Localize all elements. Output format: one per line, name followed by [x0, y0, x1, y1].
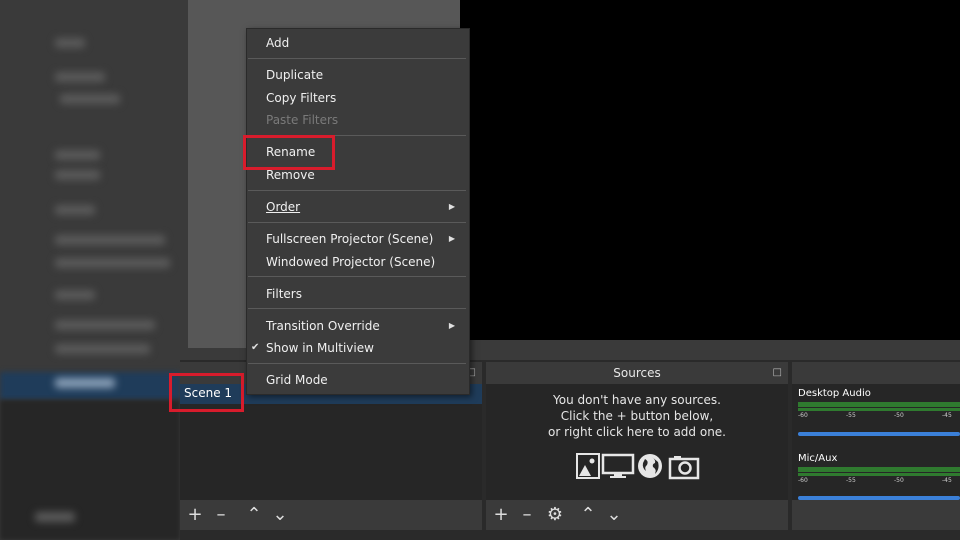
scenes-toolbar: + – ⌃ ⌄: [180, 500, 482, 530]
remove-icon[interactable]: –: [515, 504, 539, 526]
sources-title: Sources: [613, 366, 661, 380]
rename-highlight-box: [243, 135, 335, 170]
volume-slider[interactable]: [798, 432, 960, 436]
menu-item-add[interactable]: Add: [266, 36, 289, 50]
preview-bottom-bar: [460, 340, 960, 360]
program-preview[interactable]: [460, 0, 960, 340]
move-down-icon[interactable]: ⌄: [602, 504, 626, 526]
context-menu: Add Duplicate Copy Filters Paste Filters…: [246, 28, 470, 395]
channel-name: Mic/Aux: [798, 453, 838, 464]
menu-item-duplicate[interactable]: Duplicate: [266, 68, 323, 82]
menu-item-paste-filters: Paste Filters: [266, 113, 339, 127]
add-icon[interactable]: +: [183, 504, 207, 526]
mixer-toolbar: [792, 500, 960, 530]
volume-meter: [798, 402, 960, 407]
submenu-arrow-icon: ▶: [448, 234, 455, 243]
menu-item-windowed-projector[interactable]: Windowed Projector (Scene): [266, 255, 435, 269]
mixer-channel: Desktop Audio -60 -55 -50 -45: [798, 388, 960, 436]
volume-meter: [798, 408, 960, 411]
empty-line-3: or right click here to add one.: [548, 425, 726, 439]
menu-item-grid-mode[interactable]: Grid Mode: [266, 373, 328, 387]
submenu-arrow-icon: ▶: [448, 202, 455, 211]
move-up-icon[interactable]: ⌃: [242, 504, 266, 526]
float-icon[interactable]: □: [773, 362, 782, 384]
menu-separator: [248, 58, 466, 59]
menu-item-copy-filters[interactable]: Copy Filters: [266, 91, 336, 105]
menu-item-order[interactable]: Order: [266, 200, 300, 214]
display-capture-icon: [601, 453, 635, 478]
menu-separator: [248, 276, 466, 277]
scale-tick: -45: [942, 412, 952, 419]
remove-icon[interactable]: –: [209, 504, 233, 526]
scale-tick: -55: [846, 477, 856, 484]
sources-toolbar: + – ⚙ ⌃ ⌄: [486, 500, 788, 530]
scale-tick: -60: [798, 412, 808, 419]
camera-icon: [668, 456, 700, 480]
submenu-arrow-icon: ▶: [448, 321, 455, 330]
scale-tick: -45: [942, 477, 952, 484]
menu-item-transition-override[interactable]: Transition Override: [266, 319, 380, 333]
scale-tick: -60: [798, 477, 808, 484]
menu-item-show-in-multiview[interactable]: Show in Multiview: [266, 341, 374, 355]
checkmark-icon: ✔: [251, 342, 260, 353]
scale-tick: -55: [846, 412, 856, 419]
move-up-icon[interactable]: ⌃: [576, 504, 600, 526]
move-down-icon[interactable]: ⌄: [268, 504, 292, 526]
mixer-dock-title: [792, 362, 960, 384]
blurred-side-panel: [0, 0, 180, 540]
menu-separator: [248, 363, 466, 364]
menu-separator: [248, 222, 466, 223]
menu-item-fullscreen-projector[interactable]: Fullscreen Projector (Scene): [266, 232, 433, 246]
volume-meter: [798, 473, 960, 476]
source-type-icons: [574, 452, 704, 480]
scale-tick: -50: [894, 412, 904, 419]
scene-highlight-box: [169, 373, 244, 412]
add-icon[interactable]: +: [489, 504, 513, 526]
menu-item-filters[interactable]: Filters: [266, 287, 302, 301]
volume-meter: [798, 467, 960, 472]
globe-icon: [638, 454, 662, 478]
menu-separator: [248, 308, 466, 309]
settings-icon[interactable]: ⚙: [543, 504, 567, 526]
empty-line-2: Click the + button below,: [560, 409, 714, 423]
sources-dock-title: Sources □: [486, 362, 788, 384]
menu-separator: [248, 190, 466, 191]
menu-item-remove[interactable]: Remove: [266, 168, 315, 182]
sources-dock[interactable]: Sources □ You don't have any sources. Cl…: [486, 362, 788, 530]
image-icon: [576, 453, 600, 479]
channel-name: Desktop Audio: [798, 388, 871, 399]
audio-mixer-dock: Desktop Audio -60 -55 -50 -45 Mic/Aux -6…: [792, 362, 960, 530]
sources-empty-message: You don't have any sources. Click the + …: [486, 392, 788, 440]
scale-tick: -50: [894, 477, 904, 484]
mixer-channel: Mic/Aux -60 -55 -50 -45: [798, 453, 960, 500]
empty-line-1: You don't have any sources.: [553, 393, 721, 407]
